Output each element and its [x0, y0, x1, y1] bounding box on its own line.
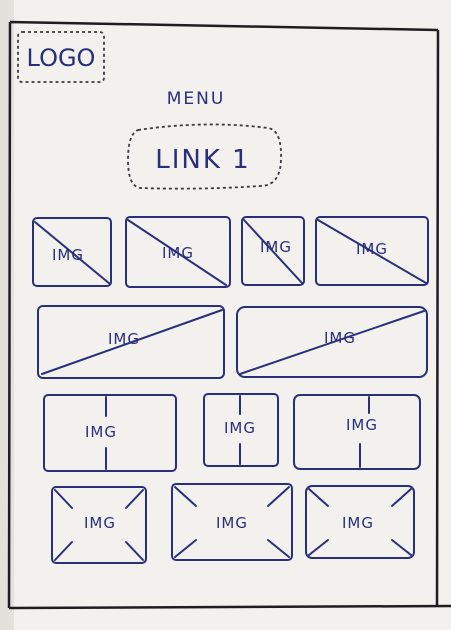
image-label: IMG [216, 514, 248, 532]
image-label: IMG [342, 514, 374, 532]
image-label: IMG [108, 330, 140, 348]
image-label: IMG [52, 246, 84, 264]
image-label: IMG [356, 240, 388, 258]
image-label: IMG [324, 329, 356, 347]
left-margin [0, 0, 14, 630]
image-label: IMG [346, 416, 378, 434]
image-label: IMG [162, 244, 194, 262]
wireframe-sketch: LOGO MENU LINK 1 IMG IMG IMG IMG IMG IMG… [0, 0, 451, 630]
image-label: IMG [84, 514, 116, 532]
image-label: IMG [260, 238, 292, 256]
paper-background [0, 0, 451, 630]
link-1-text: LINK 1 [155, 145, 250, 175]
menu-title: MENU [167, 89, 226, 109]
image-label: IMG [224, 419, 256, 437]
logo-text: LOGO [27, 44, 96, 72]
image-label: IMG [85, 423, 117, 441]
